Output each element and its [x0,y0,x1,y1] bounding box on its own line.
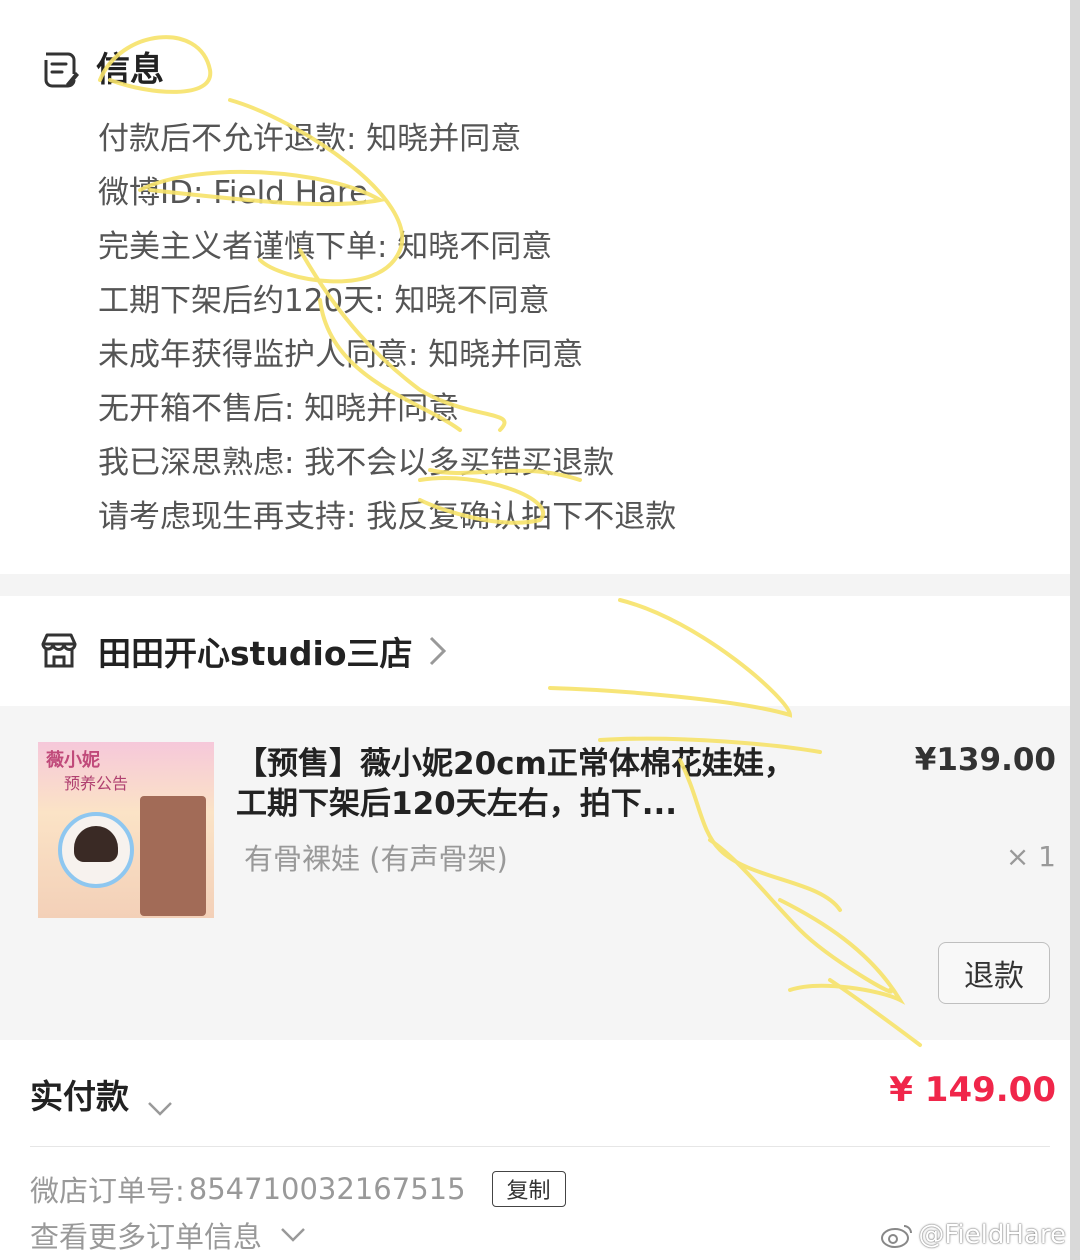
info-line: 请考虑现生再支持: 我反复确认拍下不退款 [98,499,677,535]
chevron-down-icon [147,1086,173,1116]
copy-button[interactable]: 复制 [491,1171,566,1207]
section-gap [0,574,1070,596]
product-title[interactable]: 【预售】薇小妮20cm正常体棉花娃娃，工期下架后120天左右，拍下... [236,744,796,824]
product-quantity: × 1 [1005,840,1056,873]
store-name: 田田开心studio三店 [98,634,413,673]
payment-label: 实付款 [30,1077,129,1116]
weibo-icon [880,1222,914,1248]
chevron-right-icon [427,634,449,668]
store-icon [38,630,80,672]
product-thumbnail[interactable]: 薇小妮 预养公告 [38,742,214,918]
more-order-info-label: 查看更多订单信息 [30,1220,263,1254]
info-line: 我已深思熟虑: 我不会以多买错买退款 [98,445,615,481]
thumbnail-notice-panel [140,796,206,916]
info-line: 付款后不允许退款: 知晓并同意 [98,121,522,157]
info-section: 信息 付款后不允许退款: 知晓并同意 微博ID: Field Hare 完美主义… [0,0,1070,574]
refund-button[interactable]: 退款 [938,942,1050,1004]
info-list: 付款后不允许退款: 知晓并同意 微博ID: Field Hare 完美主义者谨慎… [98,112,676,544]
info-line: 未成年获得监护人同意: 知晓并同意 [98,337,584,373]
doll-hair [74,826,118,862]
info-line: 工期下架后约120天: 知晓不同意 [98,283,550,319]
chevron-down-icon [280,1227,306,1243]
right-edge-bar [1070,0,1080,1260]
thumbnail-title: 薇小妮 [46,750,100,771]
order-number: 854710032167515 [188,1172,466,1206]
more-order-info-toggle[interactable]: 查看更多订单信息 [30,1214,306,1256]
info-line: 完美主义者谨慎下单: 知晓不同意 [98,229,553,265]
thumbnail-subtitle: 预养公告 [64,774,129,793]
info-line: 微博ID: Field Hare [98,175,369,211]
info-header: 信息 [40,48,164,92]
order-number-label: 微店订单号: [30,1174,185,1208]
store-link[interactable]: 田田开心studio三店 [38,626,449,676]
payment-divider [30,1146,1050,1147]
info-title: 信息 [96,50,164,90]
product-variant: 有骨裸娃 (有声骨架) [244,842,508,876]
watermark-text: @FieldHare [918,1220,1066,1250]
watermark: @FieldHare [880,1220,1066,1250]
info-line: 无开箱不售后: 知晓并同意 [98,391,460,427]
payment-amount: ¥ 149.00 [889,1070,1056,1110]
product-price: ¥139.00 [914,742,1056,778]
payment-toggle[interactable]: 实付款 [30,1070,173,1118]
document-edit-icon [40,50,80,90]
order-number-row: 微店订单号: 854710032167515 复制 [30,1168,566,1210]
order-item-card[interactable]: 薇小妮 预养公告 【预售】薇小妮20cm正常体棉花娃娃，工期下架后120天左右，… [0,706,1070,1040]
